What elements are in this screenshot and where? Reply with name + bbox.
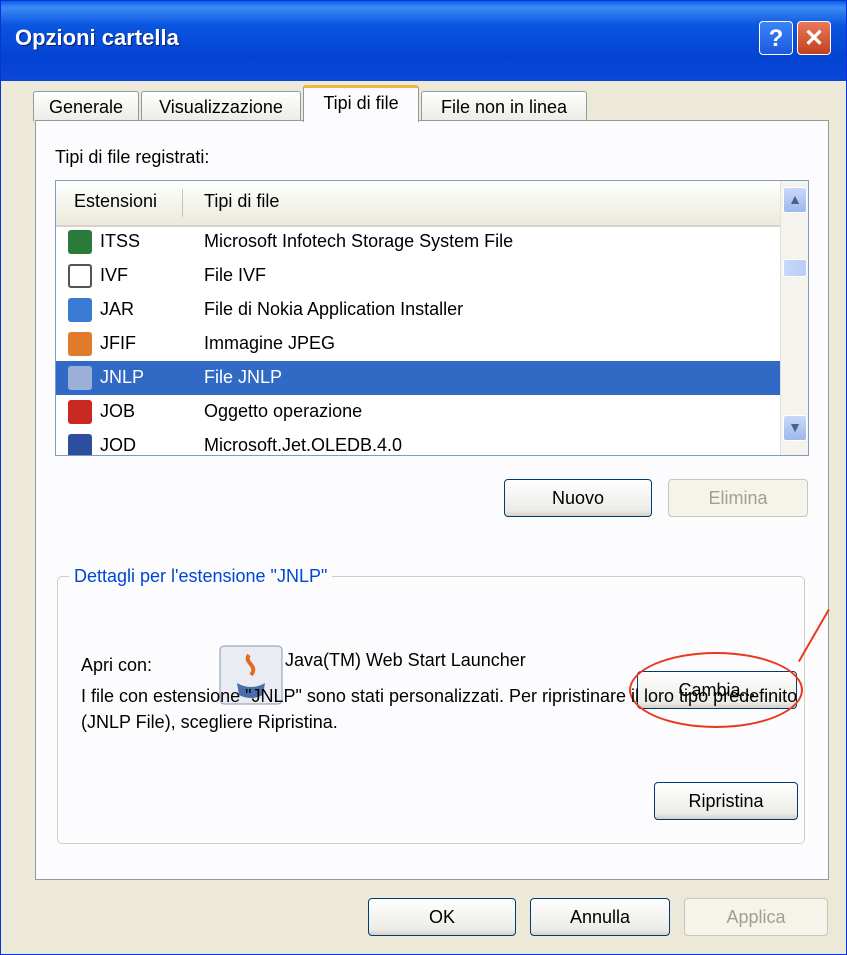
row-extension: IVF	[100, 265, 129, 285]
delete-button[interactable]: Elimina	[668, 479, 808, 517]
column-separator[interactable]	[182, 189, 183, 217]
row-extension: JFIF	[100, 333, 136, 353]
row-extension: ITSS	[100, 231, 141, 251]
restore-button[interactable]: Ripristina	[654, 782, 798, 820]
details-group-title: Dettagli per l'estensione "JNLP"	[69, 566, 333, 587]
file-types-list[interactable]: Estensioni Tipi di file ITSS Microsoft I…	[55, 180, 809, 456]
list-item[interactable]: JAR File di Nokia Application Installer	[56, 293, 780, 327]
scroll-thumb[interactable]	[783, 259, 807, 277]
list-item[interactable]: JFIF Immagine JPEG	[56, 327, 780, 361]
details-description: I file con estensione "JNLP" sono stati …	[81, 686, 798, 732]
column-header-extensions[interactable]: Estensioni	[74, 191, 157, 212]
title-bar[interactable]: Opzioni cartella ? ✕	[1, 1, 846, 81]
row-file-type: Microsoft Infotech Storage System File	[204, 231, 514, 251]
list-item-selected[interactable]: JNLP File JNLP	[56, 361, 780, 395]
close-button[interactable]: ✕	[797, 21, 831, 55]
row-extension: JOD	[100, 435, 136, 455]
open-with-label: Apri con:	[81, 655, 153, 675]
column-header-file-types[interactable]: Tipi di file	[204, 191, 279, 212]
row-extension: JOB	[100, 401, 136, 421]
help-button[interactable]: ?	[759, 21, 793, 55]
ivf-file-icon	[68, 264, 92, 288]
list-item[interactable]: IVF File IVF	[56, 259, 780, 293]
folder-options-dialog: Opzioni cartella ? ✕ Generale Visualizza…	[0, 0, 847, 955]
job-file-icon	[68, 400, 92, 424]
itss-file-icon	[68, 230, 92, 254]
scroll-up-button[interactable]: ▲	[783, 187, 807, 213]
list-header: Estensioni Tipi di file	[56, 181, 780, 227]
tab-visualizzazione[interactable]: Visualizzazione	[141, 91, 301, 121]
jnlp-file-icon	[68, 366, 92, 390]
tab-tipi-di-file[interactable]: Tipi di file	[303, 85, 419, 122]
row-extension: JAR	[100, 299, 135, 319]
vertical-scrollbar[interactable]: ▲ ▼	[780, 181, 808, 455]
ok-button[interactable]: OK	[368, 898, 516, 936]
new-button[interactable]: Nuovo	[504, 479, 652, 517]
list-item[interactable]: JOB Oggetto operazione	[56, 395, 780, 429]
row-file-type: Immagine JPEG	[204, 333, 336, 353]
window-title: Opzioni cartella	[15, 25, 179, 50]
cancel-button[interactable]: Annulla	[530, 898, 670, 936]
scroll-down-button[interactable]: ▼	[783, 415, 807, 441]
jod-file-icon	[68, 434, 92, 455]
row-file-type: Microsoft.Jet.OLEDB.4.0	[204, 435, 403, 455]
list-item[interactable]: JOD Microsoft.Jet.OLEDB.4.0	[56, 429, 780, 455]
open-with-app-name: Java(TM) Web Start Launcher	[285, 650, 526, 670]
tab-generale[interactable]: Generale	[33, 91, 139, 121]
apply-button[interactable]: Applica	[684, 898, 828, 936]
row-file-type: Oggetto operazione	[204, 401, 363, 421]
row-file-type: File IVF	[204, 265, 267, 285]
list-item[interactable]: ITSS Microsoft Infotech Storage System F…	[56, 225, 780, 259]
jar-file-icon	[68, 298, 92, 322]
tab-file-non-in-linea[interactable]: File non in linea	[421, 91, 587, 121]
row-file-type: File di Nokia Application Installer	[204, 299, 464, 319]
row-extension: JNLP	[100, 367, 145, 387]
registered-file-types-label: Tipi di file registrati:	[55, 147, 210, 167]
row-file-type: File JNLP	[204, 367, 283, 387]
jpeg-file-icon	[68, 332, 92, 356]
